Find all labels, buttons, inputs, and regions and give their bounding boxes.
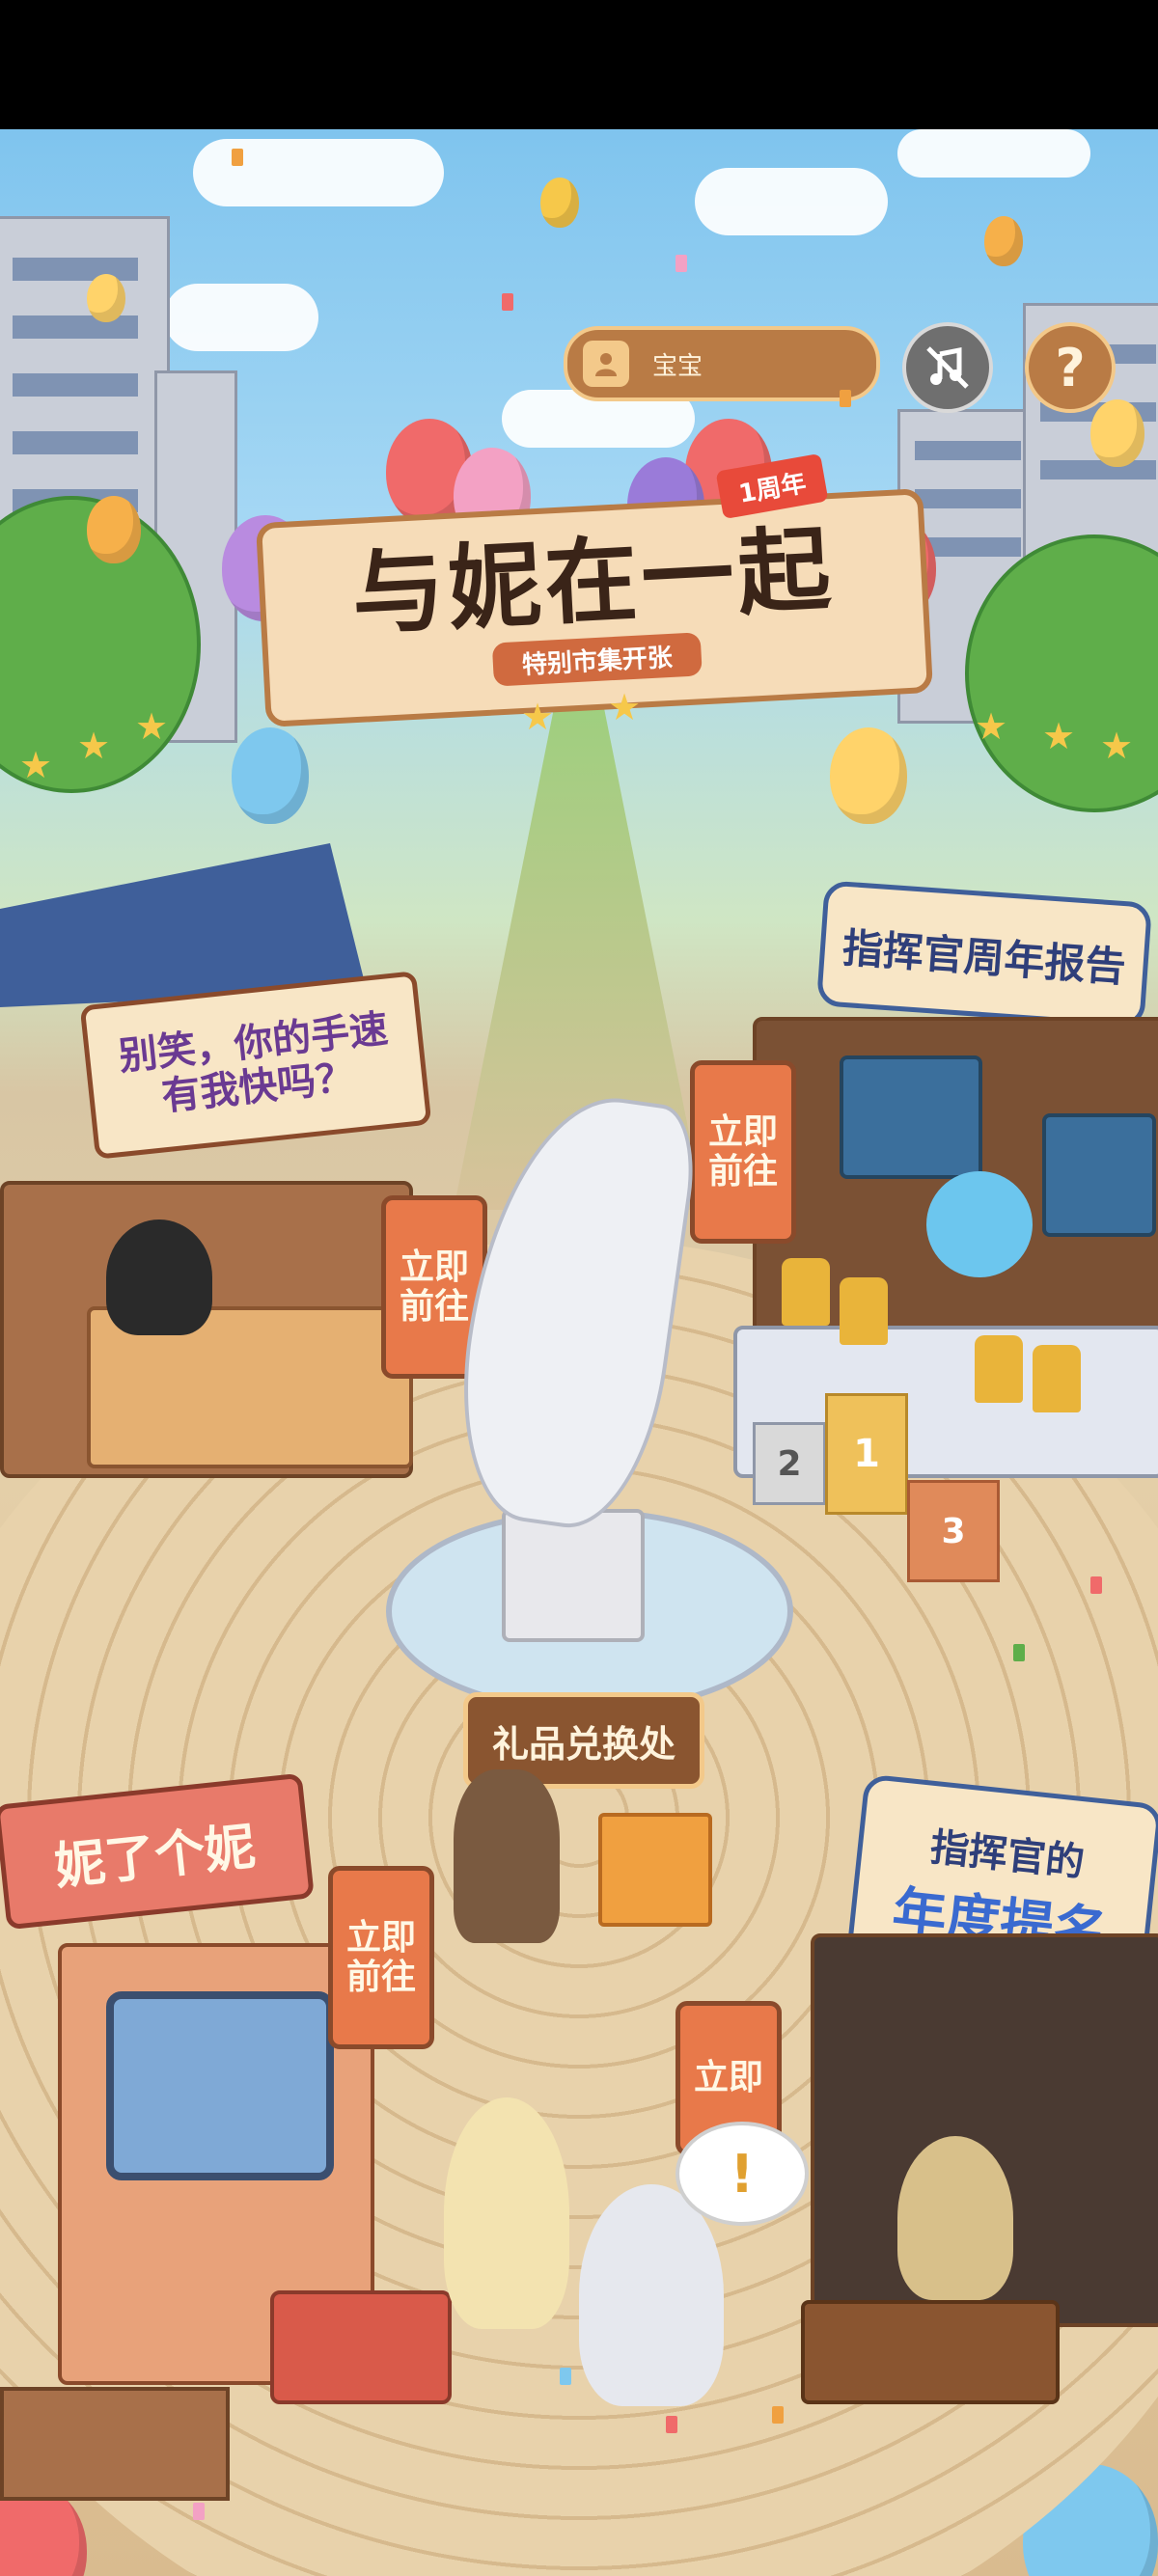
report-go-button[interactable]: 立即 前往 bbox=[690, 1060, 796, 1244]
confetti bbox=[193, 2503, 205, 2520]
trophy-icon bbox=[782, 1258, 830, 1326]
confetti bbox=[502, 293, 513, 311]
confetti bbox=[232, 149, 243, 166]
go-label-line1: 立即 bbox=[693, 2058, 763, 2098]
question-icon: ? bbox=[1055, 337, 1086, 398]
confetti bbox=[772, 2406, 784, 2424]
confetti bbox=[560, 2368, 571, 2385]
arcade-screen bbox=[106, 1991, 334, 2180]
trophy-icon bbox=[840, 1277, 888, 1345]
star-icon: ★ bbox=[975, 705, 1008, 748]
podium-3-label: 3 bbox=[941, 1511, 966, 1551]
balloon bbox=[87, 496, 141, 563]
status-bar bbox=[0, 0, 1158, 129]
user-avatar-icon bbox=[583, 341, 629, 387]
balloon bbox=[540, 178, 579, 228]
building-window bbox=[13, 431, 138, 454]
star-icon: ★ bbox=[135, 705, 169, 748]
arcade-go-button[interactable]: 立即 前往 bbox=[328, 1866, 434, 2049]
arcade-title: 妮了个妮 bbox=[51, 1817, 259, 1897]
player-character-blonde[interactable] bbox=[444, 2097, 569, 2329]
gift-exchange-title: 礼品兑换处 bbox=[491, 1722, 676, 1766]
player-character-silver[interactable] bbox=[579, 2184, 724, 2406]
market-scene: 与妮在一起 特别市集开张 1周年 ★ ★ ★ ★ ★ ★ ★ ★ 宝宝 ? 别笑… bbox=[0, 129, 1158, 2576]
stool bbox=[270, 2290, 452, 2404]
building-window bbox=[13, 373, 138, 397]
nomination-table bbox=[801, 2300, 1060, 2404]
star-icon: ★ bbox=[521, 696, 555, 738]
cloud bbox=[193, 139, 444, 206]
confetti bbox=[840, 390, 851, 407]
star-icon: ★ bbox=[1042, 715, 1076, 757]
balloon bbox=[87, 274, 125, 322]
star-icon: ★ bbox=[19, 744, 53, 786]
balloon bbox=[1090, 399, 1144, 467]
statue-pedestal bbox=[502, 1509, 645, 1642]
podium-1: 1 bbox=[825, 1393, 908, 1515]
help-button[interactable]: ? bbox=[1025, 322, 1116, 413]
balloon bbox=[232, 727, 309, 824]
cloud bbox=[695, 168, 888, 235]
title-banner: 与妮在一起 特别市集开张 bbox=[255, 488, 934, 727]
exclamation-bubble[interactable]: ! bbox=[676, 2122, 809, 2226]
report-booth-title[interactable]: 指挥官周年报告 bbox=[815, 880, 1153, 1028]
building-window bbox=[13, 315, 138, 339]
confetti bbox=[676, 255, 687, 272]
podium-3: 3 bbox=[907, 1480, 1000, 1582]
podium-1-label: 1 bbox=[853, 1432, 880, 1476]
user-name: 宝宝 bbox=[652, 351, 703, 381]
building-window bbox=[915, 489, 1021, 508]
building-window bbox=[915, 441, 1021, 460]
exclamation-icon: ! bbox=[730, 2143, 755, 2205]
confetti bbox=[1090, 1576, 1102, 1594]
user-name-pill[interactable]: 宝宝 bbox=[564, 326, 880, 401]
go-label-line2: 前往 bbox=[707, 1152, 778, 1192]
go-label-line1: 立即 bbox=[707, 1111, 778, 1152]
confetti bbox=[666, 2416, 677, 2433]
trophy-icon bbox=[975, 1335, 1023, 1403]
report-title: 指挥官周年报告 bbox=[841, 923, 1128, 991]
go-label-line1: 立即 bbox=[345, 1917, 416, 1958]
star-icon: ★ bbox=[608, 686, 642, 728]
page-title: 与妮在一起 bbox=[348, 513, 838, 648]
podium-2-label: 2 bbox=[777, 1443, 802, 1484]
trophy-icon bbox=[1033, 1345, 1081, 1412]
cloud bbox=[897, 129, 1090, 178]
npc-report bbox=[926, 1171, 1033, 1277]
star-icon: ★ bbox=[1100, 725, 1134, 767]
npc-gift bbox=[454, 1769, 560, 1943]
balloon bbox=[984, 216, 1023, 266]
balloon bbox=[830, 727, 907, 824]
npc-handspeed bbox=[106, 1219, 212, 1335]
music-muted-icon bbox=[926, 346, 969, 389]
cloud bbox=[164, 284, 318, 351]
building-window bbox=[1040, 460, 1156, 480]
building-window bbox=[13, 258, 138, 281]
page-subtitle: 特别市集开张 bbox=[491, 631, 703, 687]
music-toggle-button[interactable] bbox=[902, 322, 993, 413]
report-screen bbox=[1042, 1113, 1156, 1237]
npc-nomination bbox=[897, 2136, 1013, 2300]
star-icon: ★ bbox=[77, 725, 111, 767]
bottle-crate bbox=[0, 2387, 230, 2501]
go-label-line2: 前往 bbox=[345, 1958, 416, 1997]
report-screen bbox=[840, 1055, 982, 1179]
go-label-line2: 前往 bbox=[399, 1287, 469, 1327]
confetti bbox=[1013, 1644, 1025, 1661]
gift-box-icon bbox=[598, 1813, 712, 1927]
game-screen: 与妮在一起 特别市集开张 1周年 ★ ★ ★ ★ ★ ★ ★ ★ 宝宝 ? 别笑… bbox=[0, 0, 1158, 2576]
podium-2: 2 bbox=[753, 1422, 826, 1505]
go-label-line1: 立即 bbox=[399, 1247, 469, 1287]
